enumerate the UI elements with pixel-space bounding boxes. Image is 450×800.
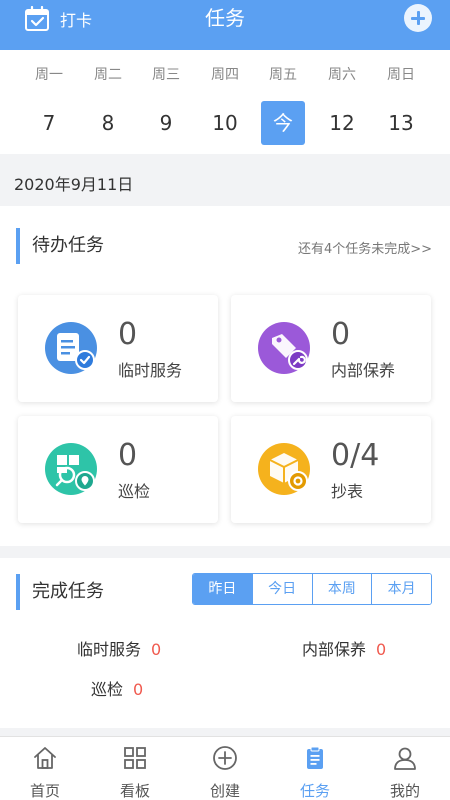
tab-home[interactable]: 首页	[0, 737, 90, 800]
inspection-location-icon	[45, 443, 97, 495]
task-label: 抄表	[331, 482, 364, 501]
pending-tasks-section: 待办任务 还有4个任务未完成>> 0 临时服务 0 内部保养 0 巡检 0/4 …	[0, 206, 450, 546]
weekday-label: 周日	[387, 67, 415, 83]
tag-wrench-icon	[258, 322, 310, 374]
date-number[interactable]: 8	[86, 101, 130, 145]
tab-tasks[interactable]: 任务	[270, 737, 360, 800]
document-check-icon	[45, 322, 97, 374]
day-sunday[interactable]: 周日 13	[372, 50, 430, 154]
task-label: 临时服务	[118, 361, 183, 380]
weekday-label: 周一	[35, 67, 63, 83]
grid-icon	[124, 747, 146, 769]
task-count: 0	[331, 317, 351, 352]
top-bar: 打卡 任务	[0, 0, 450, 50]
section-title: 完成任务	[16, 574, 104, 610]
stat-value: 0	[133, 680, 144, 699]
current-date: 2020年9月11日	[14, 175, 134, 194]
period-tabs: 昨日 今日 本周 本月	[192, 573, 432, 605]
day-saturday[interactable]: 周六 12	[313, 50, 371, 154]
tab-label: 创建	[209, 782, 240, 800]
tab-this-week[interactable]: 本周	[311, 574, 372, 604]
stat-label: 巡检	[91, 680, 124, 699]
date-number-selected[interactable]: 今	[261, 101, 305, 145]
task-label: 内部保养	[331, 361, 396, 380]
date-number[interactable]: 10	[203, 101, 247, 145]
stat-internal-maintenance: 内部保养 0	[302, 636, 386, 660]
tab-label: 我的	[389, 782, 420, 800]
task-count: 0	[118, 317, 138, 352]
tab-this-month[interactable]: 本月	[371, 574, 431, 604]
add-task-button[interactable]	[404, 4, 432, 32]
weekday-label: 周二	[94, 67, 122, 83]
tab-profile[interactable]: 我的	[360, 737, 450, 800]
tab-dashboard[interactable]: 看板	[90, 737, 180, 800]
bottom-tab-bar: 首页 看板 创建 任务 我的	[0, 736, 450, 800]
page-title: 任务	[205, 6, 245, 30]
day-monday[interactable]: 周一 7	[20, 50, 78, 154]
tab-create[interactable]: 创建	[180, 737, 270, 800]
date-number[interactable]: 13	[379, 101, 423, 145]
tab-label: 看板	[119, 782, 150, 800]
card-internal-maintenance[interactable]: 0 内部保养	[231, 295, 431, 402]
plus-circle-outline-icon	[213, 746, 237, 770]
day-tuesday[interactable]: 周二 8	[79, 50, 137, 154]
card-temporary-service[interactable]: 0 临时服务	[18, 295, 218, 402]
day-friday[interactable]: 周五 今	[254, 50, 312, 154]
box-gear-icon	[258, 443, 310, 495]
task-count: 0/4	[331, 438, 380, 473]
current-date-bar: 2020年9月11日	[0, 154, 450, 206]
tab-yesterday[interactable]: 昨日	[193, 574, 252, 604]
date-number[interactable]: 12	[320, 101, 364, 145]
weekday-label: 周三	[152, 67, 180, 83]
home-icon	[34, 747, 56, 769]
stat-inspection: 巡检 0	[91, 676, 143, 700]
day-thursday[interactable]: 周四 10	[196, 50, 254, 154]
day-wednesday[interactable]: 周三 9	[137, 50, 195, 154]
stat-value: 0	[151, 640, 162, 659]
stat-label: 临时服务	[77, 640, 142, 659]
card-inspection[interactable]: 0 巡检	[18, 416, 218, 523]
section-title: 待办任务	[16, 228, 104, 264]
more-tasks-link[interactable]: 还有4个任务未完成>>	[298, 238, 432, 257]
date-number[interactable]: 9	[144, 101, 188, 145]
stat-label: 内部保养	[302, 640, 367, 659]
clipboard-icon	[307, 746, 323, 769]
tab-label: 首页	[29, 782, 60, 800]
week-selector: 周一 7 周二 8 周三 9 周四 10 周五 今 周六 12 周日 13	[0, 50, 450, 154]
task-count: 0	[118, 438, 138, 473]
completed-tasks-section: 完成任务 昨日 今日 本周 本月 临时服务 0 内部保养 0 巡检 0	[0, 558, 450, 728]
task-label: 巡检	[118, 482, 151, 501]
stat-temporary-service: 临时服务 0	[77, 636, 161, 660]
card-meter-reading[interactable]: 0/4 抄表	[231, 416, 431, 523]
stat-value: 0	[376, 640, 387, 659]
date-number[interactable]: 7	[27, 101, 71, 145]
weekday-label: 周六	[328, 67, 356, 83]
tab-label: 任务	[299, 782, 330, 800]
tab-today[interactable]: 今日	[251, 574, 312, 604]
weekday-label: 周四	[211, 67, 239, 83]
user-icon	[394, 747, 416, 770]
weekday-label: 周五	[269, 67, 297, 83]
